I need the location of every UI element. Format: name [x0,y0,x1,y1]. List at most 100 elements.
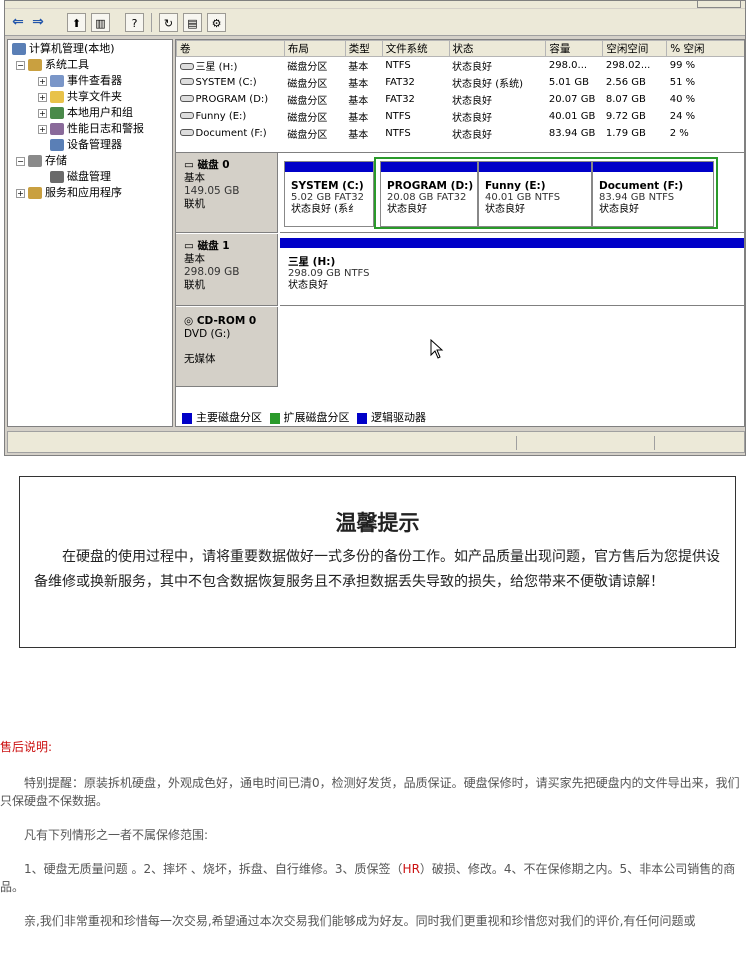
collapse-icon[interactable]: − [16,156,25,166]
table-cell: 2 % [669,127,689,139]
tree-item-services[interactable]: + 服务和应用程序 [16,185,122,201]
back-icon[interactable]: ⇐ [11,13,25,32]
disk-icon: ▭ [184,159,198,171]
expand-icon[interactable]: + [38,124,47,134]
show-hide-tree-icon[interactable]: ▥ [91,13,110,32]
table-row[interactable]: Document (F:) 磁盘分区 基本 NTFS 状态良好 83.94 GB… [177,125,745,142]
drive-icon [179,78,194,85]
expand-icon[interactable]: + [38,92,47,102]
partition-program-d[interactable]: PROGRAM (D:) 20.08 GB FAT32 状态良好 [380,161,478,227]
window-controls[interactable] [697,1,741,8]
column-header[interactable]: 文件系统 [381,40,450,57]
partition-text: SYSTEM (C:) 5.02 GB FAT32 状态良好 (系纟 [291,180,364,216]
table-cell: NTFS [385,110,411,122]
properties-icon[interactable]: ▤ [183,13,202,32]
table-cell: 9.72 GB [605,110,646,122]
disk-0-label[interactable]: ▭ 磁盘 0 基本 149.05 GB 联机 [176,153,278,233]
disk-name-text: CD-ROM 0 [196,315,257,327]
tree-item-storage[interactable]: − 存储 [16,153,67,169]
volume-cell: SYSTEM (C:) [177,74,285,91]
table-cell: 基本 [348,61,369,73]
table-row[interactable]: SYSTEM (C:) 磁盘分区 基本 FAT32 状态良好 (系统) 5.01… [177,74,745,91]
column-header[interactable]: 布局 [283,40,346,57]
table-cell: 2.56 GB [605,76,646,88]
expand-icon[interactable]: + [38,76,47,86]
table-cell: 磁盘分区 [287,95,328,107]
disk-type: DVD (G:) [184,328,231,340]
tree-label: 存储 [45,154,67,167]
performance-icon [50,123,64,135]
disk-size: 298.09 GB [184,266,240,278]
table-cell: 磁盘分区 [287,129,328,141]
column-header[interactable]: % 空闲 [666,40,744,57]
drive-icon [179,112,194,119]
forward-icon[interactable]: ⇒ [31,13,45,32]
services-icon [28,187,42,199]
up-folder-icon[interactable]: ⬆ [67,13,86,32]
volume-cell: Document (F:) [177,125,285,142]
table-cell: 基本 [348,112,369,124]
table-cell: 状态良好 [452,129,493,141]
disk-name: ▭ 磁盘 0 [184,159,269,172]
partition-samsung-h[interactable]: 三星 (H:) 298.09 GB NTFS 状态良好 [280,238,744,304]
notice-title: 温馨提示 [335,511,420,535]
tree-item-disk-management[interactable]: 磁盘管理 [50,169,111,185]
partition-info: 20.08 GB FAT32 [387,192,467,203]
drive-icon [179,129,194,136]
cell-text: Document (F:) [195,127,267,139]
table-cell: 99 % [669,59,696,71]
storage-icon [28,155,42,167]
partition-bar [381,162,477,172]
help-icon[interactable]: ? [125,13,144,32]
table-cell: NTFS [385,59,411,71]
cell-text: SYSTEM (C:) [195,76,257,88]
table-row[interactable]: Funny (E:) 磁盘分区 基本 NTFS 状态良好 40.01 GB 9.… [177,108,745,125]
column-header[interactable]: 类型 [344,40,383,57]
disk-graphical-view: ▭ 磁盘 0 基本 149.05 GB 联机 SYSTEM (C:) 5.02 … [176,152,744,426]
toolbar: ⇐ ⇒ ⬆ ▥ ? ↻ ▤ ⚙ [5,9,745,36]
hr-label: HR [402,862,420,876]
column-header[interactable]: 容量 [545,40,604,57]
disk-status: 联机 [184,279,205,291]
status-divider [516,436,517,450]
tree-item-computer-management[interactable]: 计算机管理(本地) [12,41,115,57]
partition-status: 状态良好 [387,204,427,215]
partition-system-c[interactable]: SYSTEM (C:) 5.02 GB FAT32 状态良好 (系纟 [284,161,374,227]
disk-1-partitions: 三星 (H:) 298.09 GB NTFS 状态良好 [280,234,744,306]
refresh-icon[interactable]: ↻ [159,13,178,32]
cdrom-0-label[interactable]: ◎ CD-ROM 0 DVD (G:) 无媒体 [176,307,278,387]
partition-title: Funny (E:) [485,180,546,192]
table-cell: 24 % [669,110,696,122]
tree-label: 事件查看器 [67,74,122,87]
table-cell: 磁盘分区 [287,78,328,90]
column-header[interactable]: 卷 [176,40,285,57]
collapse-icon[interactable]: − [16,60,25,70]
column-header[interactable]: 状态 [448,40,547,57]
tree-item-local-users[interactable]: + 本地用户和组 [38,105,133,121]
tree-item-shared-folders[interactable]: + 共享文件夹 [38,89,122,105]
settings-icon[interactable]: ⚙ [207,13,226,32]
legend-label: 逻辑驱动器 [371,411,426,424]
partition-funny-e[interactable]: Funny (E:) 40.01 GB NTFS 状态良好 [478,161,592,227]
expand-icon[interactable]: + [16,188,25,198]
table-row[interactable]: 三星 (H:) 磁盘分区 基本 NTFS 状态良好 298.0... 298.0… [177,57,745,74]
tree-item-system-tools[interactable]: − 系统工具 [16,57,89,73]
disk-management-window: ⇐ ⇒ ⬆ ▥ ? ↻ ▤ ⚙ 计算机管理(本地) − 系统工具 + 事件查看器 +… [4,0,746,456]
tree-item-device-manager[interactable]: 设备管理器 [50,137,122,153]
tree-item-event-viewer[interactable]: + 事件查看器 [38,73,122,89]
after-sales-paragraph: 1、硬盘无质量问题 。2、摔坏 、烧坏，拆盘、自行维修。3、质保签（HR）破损、… [0,860,750,896]
table-cell: 5.01 GB [548,76,589,88]
event-viewer-icon [50,75,64,87]
expand-icon[interactable]: + [38,108,47,118]
tree-item-performance-logs[interactable]: + 性能日志和警报 [38,121,144,137]
partition-document-f[interactable]: Document (F:) 83.94 GB NTFS 状态良好 [592,161,714,227]
disk-name-text: 磁盘 0 [197,159,230,171]
table-cell: FAT32 [385,93,415,105]
volume-cell: PROGRAM (D:) [177,91,285,108]
table-cell: 40.01 GB [548,110,596,122]
after-sales-paragraph: 特别提醒：原装拆机硬盘，外观成色好，通电时间已清0，检测好发货，品质保证。硬盘保… [0,776,740,808]
table-row[interactable]: PROGRAM (D:) 磁盘分区 基本 FAT32 状态良好 20.07 GB… [177,91,745,108]
disk-1-label[interactable]: ▭ 磁盘 1 基本 298.09 GB 联机 [176,234,278,306]
table-cell: FAT32 [385,76,415,88]
column-header[interactable]: 空闲空间 [602,40,668,57]
